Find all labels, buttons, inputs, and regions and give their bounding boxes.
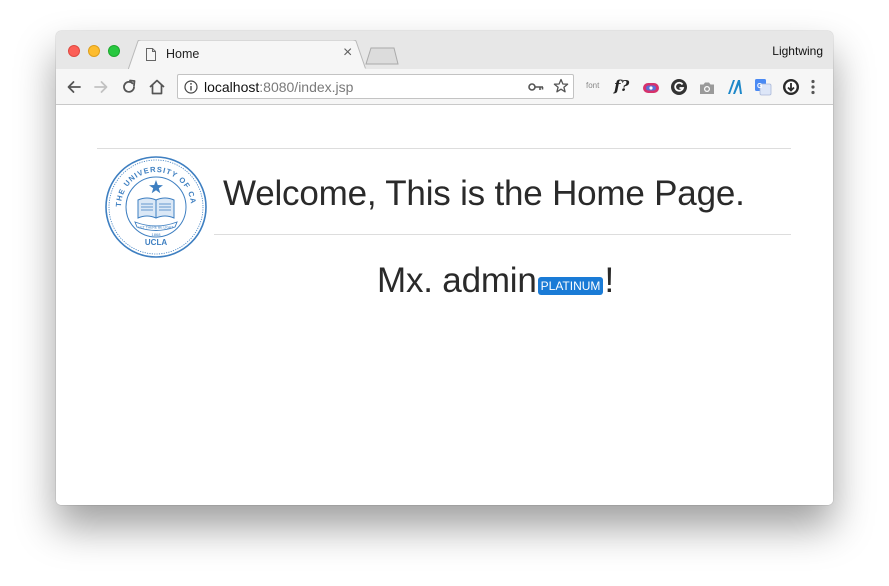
tab-strip: Home × Lightwing xyxy=(56,31,833,70)
camera-icon[interactable] xyxy=(698,79,716,97)
reload-icon[interactable] xyxy=(120,78,138,96)
browser-toolbar: localhost:8080/index.jsp font f? G xyxy=(56,69,833,105)
home-icon[interactable] xyxy=(148,78,166,96)
forward-icon[interactable] xyxy=(92,78,110,96)
back-icon[interactable] xyxy=(65,78,83,96)
divider xyxy=(97,148,791,149)
svg-text:UCLA: UCLA xyxy=(145,238,167,247)
page-content: THE UNIVERSITY OF CALIFORNIA UCLA LET TH… xyxy=(56,105,833,505)
url-text[interactable]: localhost:8080/index.jsp xyxy=(204,79,353,95)
new-tab-button[interactable] xyxy=(364,47,400,65)
url-host: localhost xyxy=(204,79,260,95)
svg-text:1868: 1868 xyxy=(152,232,162,237)
greeting-name: Mx. admin xyxy=(377,261,537,300)
tab-title: Home xyxy=(166,47,200,61)
svg-text:G: G xyxy=(757,83,763,90)
minimize-window-button[interactable] xyxy=(88,45,100,57)
profile-name[interactable]: Lightwing xyxy=(772,44,823,58)
address-bar[interactable]: localhost:8080/index.jsp xyxy=(177,74,574,99)
font-extension-icon[interactable]: font xyxy=(586,81,599,99)
close-window-button[interactable] xyxy=(68,45,80,57)
translate-icon[interactable]: G xyxy=(754,78,772,96)
star-icon[interactable] xyxy=(553,78,569,94)
user-greeting: Mx. admin PLATINUM! xyxy=(377,261,614,301)
grammarly-icon[interactable] xyxy=(670,78,688,96)
menu-icon[interactable] xyxy=(808,78,818,96)
download-extension-icon[interactable] xyxy=(782,78,800,96)
svg-text:LET THERE BE LIGHT: LET THERE BE LIGHT xyxy=(139,226,174,230)
info-icon[interactable] xyxy=(184,80,198,94)
page-title: Welcome, This is the Home Page. xyxy=(223,174,745,213)
ucla-seal-logo: THE UNIVERSITY OF CALIFORNIA UCLA LET TH… xyxy=(105,156,207,258)
arrow-extension-icon[interactable] xyxy=(726,78,744,96)
tab-close-icon[interactable]: × xyxy=(343,44,352,62)
tier-badge: PLATINUM xyxy=(537,277,604,295)
url-path: :8080/index.jsp xyxy=(259,79,354,95)
maximize-window-button[interactable] xyxy=(108,45,120,57)
browser-window: Home × Lightwing localhost:8080/index.js… xyxy=(56,31,833,505)
link-extension-icon[interactable] xyxy=(642,79,660,97)
title-divider xyxy=(214,234,791,235)
greeting-suffix: ! xyxy=(604,261,614,300)
fontface-extension-icon[interactable]: f? xyxy=(614,77,629,95)
document-icon xyxy=(146,48,156,61)
tab-home[interactable]: Home × xyxy=(128,40,368,70)
key-icon[interactable] xyxy=(528,81,544,93)
